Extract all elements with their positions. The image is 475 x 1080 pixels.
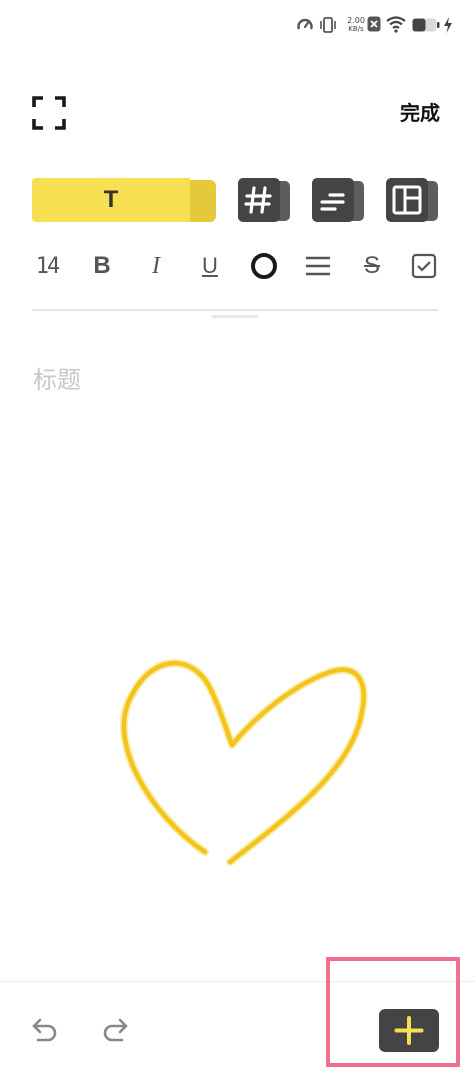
done-button[interactable]: 完成 bbox=[380, 98, 440, 128]
expand-icon[interactable] bbox=[32, 96, 66, 130]
font-size-value: 14 bbox=[35, 253, 60, 279]
format-toolbar: 14 B I U S bbox=[32, 248, 442, 288]
net-speed-value: 2.00 bbox=[347, 16, 365, 25]
drawing-canvas[interactable] bbox=[0, 420, 475, 980]
strikethrough-button[interactable]: S bbox=[356, 248, 388, 284]
checkbox-icon bbox=[411, 253, 437, 279]
bold-label: B bbox=[93, 252, 111, 279]
underline-button[interactable]: U bbox=[194, 248, 226, 284]
tab-text-mode[interactable]: T bbox=[32, 178, 216, 222]
drag-handle[interactable] bbox=[212, 315, 258, 318]
close-box-icon bbox=[367, 16, 381, 32]
toolbar-divider bbox=[32, 309, 438, 311]
italic-label: I bbox=[152, 252, 160, 279]
net-speed-unit: KB/s bbox=[348, 25, 364, 33]
wifi-icon bbox=[386, 16, 406, 33]
tab-list-mode[interactable] bbox=[312, 178, 366, 222]
plus-icon bbox=[394, 1016, 424, 1045]
font-size-button[interactable]: 14 bbox=[32, 248, 62, 284]
title-input[interactable]: 标题 bbox=[33, 360, 433, 400]
underline-label: U bbox=[202, 253, 218, 278]
tab-text-label: T bbox=[103, 186, 119, 213]
redo-icon[interactable] bbox=[96, 1012, 132, 1048]
tab-layout-mode[interactable] bbox=[386, 178, 440, 222]
tab-text-side bbox=[190, 180, 216, 222]
italic-button[interactable]: I bbox=[140, 248, 172, 284]
undo-icon[interactable] bbox=[28, 1012, 64, 1048]
list-button[interactable] bbox=[302, 248, 334, 284]
list-lines-icon bbox=[306, 256, 330, 276]
bold-button[interactable]: B bbox=[86, 248, 118, 284]
vibrate-icon bbox=[320, 17, 336, 33]
tab-hash-mode[interactable] bbox=[238, 178, 292, 222]
color-circle-icon bbox=[251, 253, 277, 279]
charging-icon bbox=[444, 17, 452, 33]
speedometer-icon bbox=[297, 18, 313, 30]
battery-icon bbox=[412, 18, 440, 32]
text-color-button[interactable] bbox=[248, 248, 280, 284]
strike-label: S bbox=[363, 252, 380, 279]
status-bar: 2.00 KB/s bbox=[0, 0, 475, 52]
add-button[interactable] bbox=[379, 1009, 439, 1052]
heart-drawing bbox=[119, 659, 368, 866]
net-speed: 2.00 KB/s bbox=[342, 16, 370, 34]
checkbox-button[interactable] bbox=[408, 248, 440, 284]
